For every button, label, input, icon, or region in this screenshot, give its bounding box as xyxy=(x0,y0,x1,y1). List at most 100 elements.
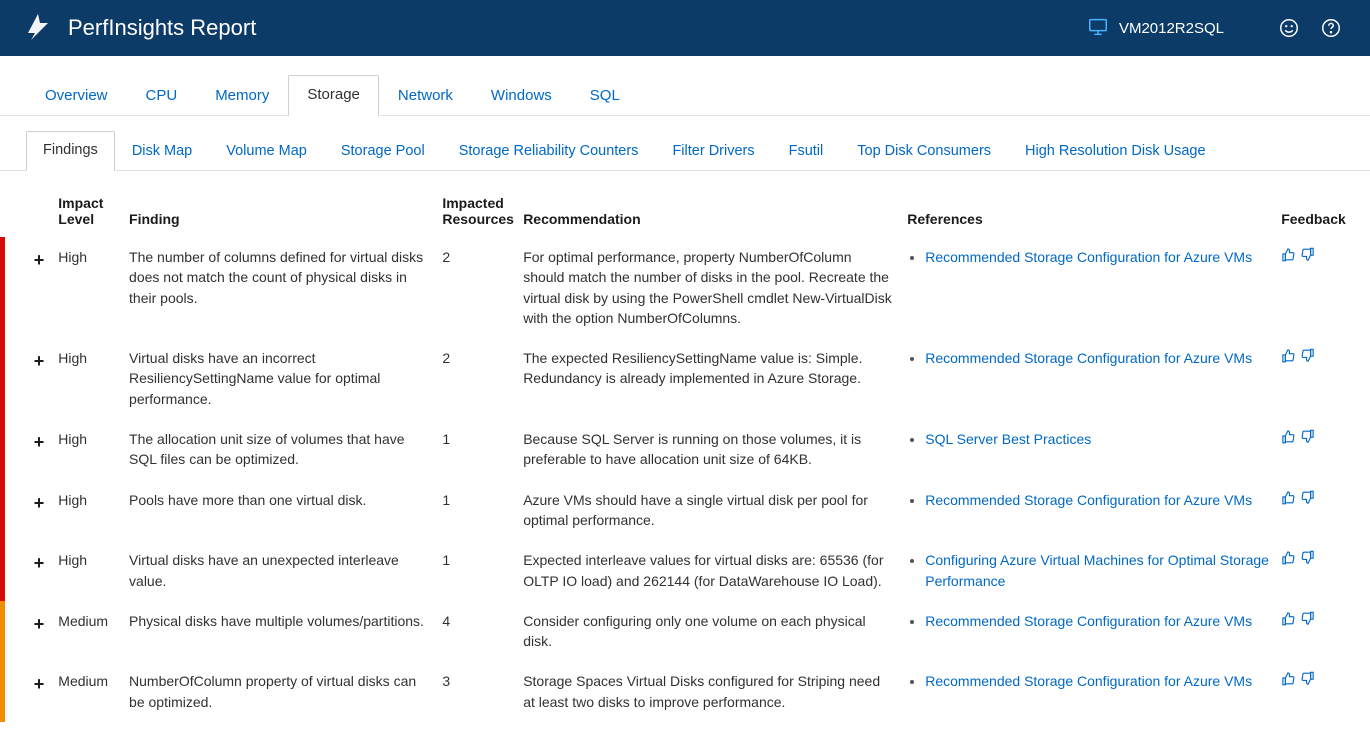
recommendation-text: The expected ResiliencySettingName value… xyxy=(517,338,901,419)
recommendation-text: Because SQL Server is running on those v… xyxy=(517,419,901,480)
table-row: +MediumPhysical disks have multiple volu… xyxy=(24,601,1346,662)
impact-level: High xyxy=(52,338,123,419)
impact-bar xyxy=(0,661,5,722)
recommendation-text: Storage Spaces Virtual Disks configured … xyxy=(517,661,901,722)
references-cell: Recommended Storage Configuration for Az… xyxy=(901,661,1275,722)
table-row: +HighPools have more than one virtual di… xyxy=(24,480,1346,541)
impacted-count: 4 xyxy=(436,601,517,662)
tab-storage[interactable]: Storage xyxy=(288,75,379,116)
thumbs-up-icon[interactable] xyxy=(1281,247,1296,267)
thumbs-down-icon[interactable] xyxy=(1300,490,1315,510)
recommendation-text: Azure VMs should have a single virtual d… xyxy=(517,480,901,541)
impact-bar xyxy=(0,419,5,480)
feedback-cell xyxy=(1275,601,1346,662)
impact-bar xyxy=(0,480,5,541)
findings-table: Impact Level Finding Impacted Resources … xyxy=(24,181,1346,722)
feedback-cell xyxy=(1275,338,1346,419)
subtab-high-resolution-disk-usage[interactable]: High Resolution Disk Usage xyxy=(1008,132,1223,171)
expand-row-button[interactable]: + xyxy=(30,348,48,374)
finding-text: Pools have more than one virtual disk. xyxy=(123,480,436,541)
reference-link[interactable]: Recommended Storage Configuration for Az… xyxy=(925,673,1252,689)
reference-link[interactable]: SQL Server Best Practices xyxy=(925,431,1091,447)
impact-level: Medium xyxy=(52,661,123,722)
subtab-top-disk-consumers[interactable]: Top Disk Consumers xyxy=(840,132,1008,171)
thumbs-up-icon[interactable] xyxy=(1281,671,1296,691)
expand-row-button[interactable]: + xyxy=(30,550,48,576)
impacted-count: 3 xyxy=(436,661,517,722)
finding-text: NumberOfColumn property of virtual disks… xyxy=(123,661,436,722)
impact-level: High xyxy=(52,419,123,480)
feedback-cell xyxy=(1275,419,1346,480)
finding-text: Virtual disks have an incorrect Resilien… xyxy=(123,338,436,419)
reference-link[interactable]: Recommended Storage Configuration for Az… xyxy=(925,492,1252,508)
app-title: PerfInsights Report xyxy=(68,15,256,41)
thumbs-down-icon[interactable] xyxy=(1300,611,1315,631)
feedback-cell xyxy=(1275,480,1346,541)
subtab-storage-reliability-counters[interactable]: Storage Reliability Counters xyxy=(442,132,656,171)
subtab-fsutil[interactable]: Fsutil xyxy=(772,132,841,171)
tab-windows[interactable]: Windows xyxy=(472,76,571,116)
thumbs-up-icon[interactable] xyxy=(1281,550,1296,570)
thumbs-down-icon[interactable] xyxy=(1300,429,1315,449)
subtab-volume-map[interactable]: Volume Map xyxy=(209,132,324,171)
thumbs-down-icon[interactable] xyxy=(1300,671,1315,691)
vm-name: VM2012R2SQL xyxy=(1119,20,1224,37)
table-row: +HighThe allocation unit size of volumes… xyxy=(24,419,1346,480)
tab-memory[interactable]: Memory xyxy=(196,76,288,116)
help-button[interactable] xyxy=(1314,11,1348,45)
impact-level: High xyxy=(52,480,123,541)
col-feedback: Feedback xyxy=(1275,181,1346,237)
thumbs-up-icon[interactable] xyxy=(1281,490,1296,510)
thumbs-down-icon[interactable] xyxy=(1300,550,1315,570)
recommendation-text: Consider configuring only one volume on … xyxy=(517,601,901,662)
impacted-count: 1 xyxy=(436,480,517,541)
expand-row-button[interactable]: + xyxy=(30,247,48,273)
references-cell: Recommended Storage Configuration for Az… xyxy=(901,601,1275,662)
expand-row-button[interactable]: + xyxy=(30,429,48,455)
col-references: References xyxy=(901,181,1275,237)
expand-row-button[interactable]: + xyxy=(30,671,48,697)
tab-network[interactable]: Network xyxy=(379,76,472,116)
finding-text: The number of columns defined for virtua… xyxy=(123,237,436,338)
subtab-storage-pool[interactable]: Storage Pool xyxy=(324,132,442,171)
impacted-count: 1 xyxy=(436,540,517,601)
finding-text: Virtual disks have an unexpected interle… xyxy=(123,540,436,601)
recommendation-text: Expected interleave values for virtual d… xyxy=(517,540,901,601)
impact-bar xyxy=(0,540,5,601)
subtab-filter-drivers[interactable]: Filter Drivers xyxy=(655,132,771,171)
secondary-tabs: FindingsDisk MapVolume MapStorage PoolSt… xyxy=(0,116,1370,171)
col-recommendation: Recommendation xyxy=(517,181,901,237)
thumbs-up-icon[interactable] xyxy=(1281,611,1296,631)
expand-row-button[interactable]: + xyxy=(30,611,48,637)
references-cell: Recommended Storage Configuration for Az… xyxy=(901,237,1275,338)
findings-table-wrap: Impact Level Finding Impacted Resources … xyxy=(0,171,1370,742)
tab-sql[interactable]: SQL xyxy=(571,76,639,116)
app-header: PerfInsights Report VM2012R2SQL xyxy=(0,0,1370,56)
references-cell: Recommended Storage Configuration for Az… xyxy=(901,480,1275,541)
col-impact-level: Impact Level xyxy=(52,181,123,237)
col-impacted-resources: Impacted Resources xyxy=(436,181,517,237)
finding-text: The allocation unit size of volumes that… xyxy=(123,419,436,480)
impacted-count: 2 xyxy=(436,338,517,419)
tab-cpu[interactable]: CPU xyxy=(127,76,197,116)
thumbs-up-icon[interactable] xyxy=(1281,348,1296,368)
feedback-cell xyxy=(1275,237,1346,338)
thumbs-up-icon[interactable] xyxy=(1281,429,1296,449)
reference-link[interactable]: Recommended Storage Configuration for Az… xyxy=(925,249,1252,265)
impact-level: Medium xyxy=(52,601,123,662)
subtab-disk-map[interactable]: Disk Map xyxy=(115,132,209,171)
reference-link[interactable]: Recommended Storage Configuration for Az… xyxy=(925,350,1252,366)
impacted-count: 2 xyxy=(436,237,517,338)
subtab-findings[interactable]: Findings xyxy=(26,131,115,171)
vm-indicator[interactable]: VM2012R2SQL xyxy=(1087,16,1224,41)
thumbs-down-icon[interactable] xyxy=(1300,348,1315,368)
thumbs-down-icon[interactable] xyxy=(1300,247,1315,267)
feedback-cell xyxy=(1275,540,1346,601)
reference-link[interactable]: Configuring Azure Virtual Machines for O… xyxy=(925,552,1269,588)
tab-overview[interactable]: Overview xyxy=(26,76,127,116)
feedback-smile-button[interactable] xyxy=(1272,11,1306,45)
expand-row-button[interactable]: + xyxy=(30,490,48,516)
impacted-count: 1 xyxy=(436,419,517,480)
reference-link[interactable]: Recommended Storage Configuration for Az… xyxy=(925,613,1252,629)
table-row: +HighVirtual disks have an unexpected in… xyxy=(24,540,1346,601)
